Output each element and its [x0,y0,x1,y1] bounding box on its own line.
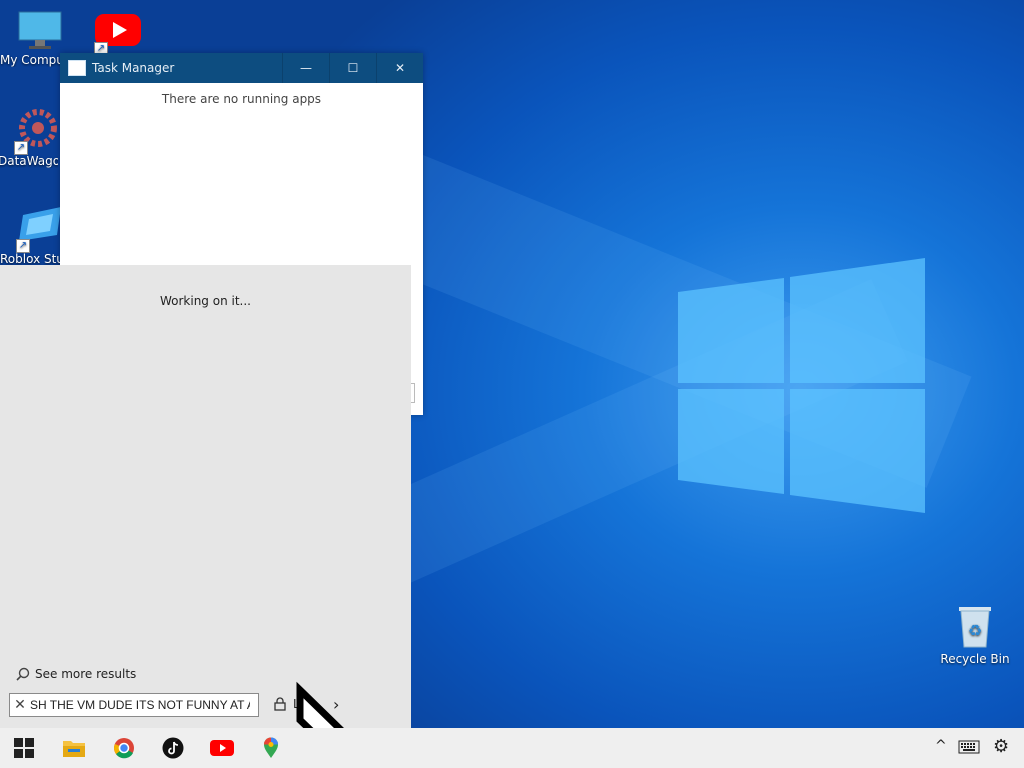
lock-icon [274,697,286,711]
search-status: Working on it... [159,294,251,308]
taskbar-google-maps[interactable] [259,736,283,760]
taskbar-tiktok[interactable] [161,736,185,760]
show-hidden-icons-button[interactable]: ^ [935,738,947,754]
search-icon [16,667,30,681]
close-button[interactable]: ✕ [376,53,423,83]
search-input[interactable] [30,698,250,712]
windows-start-icon [14,738,34,758]
taskbar-chrome[interactable] [112,736,136,760]
empty-message: There are no running apps [161,92,322,106]
taskbar: ^ ⚙ [0,728,1024,768]
taskbar-file-explorer[interactable] [62,736,86,760]
folder-icon [63,741,85,757]
shortcut-arrow-icon: ↗ [14,141,28,155]
chrome-icon [114,738,134,759]
svg-text:♻: ♻ [968,621,982,640]
desktop-icon-youtube[interactable]: ↗ [78,12,158,56]
keyboard-icon[interactable] [958,740,980,758]
see-more-results-link[interactable]: See more results [16,667,136,681]
desktop-icon-recycle-bin[interactable]: ♻ Recycle Bin [940,603,1010,666]
desktop-icon-label: My Computer [0,53,60,67]
see-more-label: See more results [35,667,137,681]
desktop-icon-label: DataWagon [0,154,58,168]
shortcut-arrow-icon: ↗ [16,239,30,253]
google-maps-icon [264,737,278,758]
taskbar-youtube[interactable] [210,736,234,760]
windows-logo [678,258,925,513]
monitor-icon [18,11,62,49]
search-panel[interactable]: Working on it... See more results ✕ L › [0,265,411,728]
task-manager-icon [68,60,86,76]
minimize-button[interactable]: — [282,53,329,83]
settings-gear-icon[interactable]: ⚙ [993,736,1009,757]
tiktok-icon [162,737,184,759]
start-button[interactable] [12,736,36,760]
title-bar[interactable]: Task Manager — ☐ ✕ [60,53,423,83]
maximize-button[interactable]: ☐ [329,53,376,83]
recycle-bin-icon: ♻ [959,607,991,648]
desktop-icon-label: Roblox Studio [0,252,60,266]
search-box[interactable]: ✕ [9,693,259,717]
youtube-icon [210,740,234,756]
window-title: Task Manager [92,61,175,75]
desktop-icon-label: Recycle Bin [940,652,1010,666]
clear-icon[interactable]: ✕ [10,697,30,713]
